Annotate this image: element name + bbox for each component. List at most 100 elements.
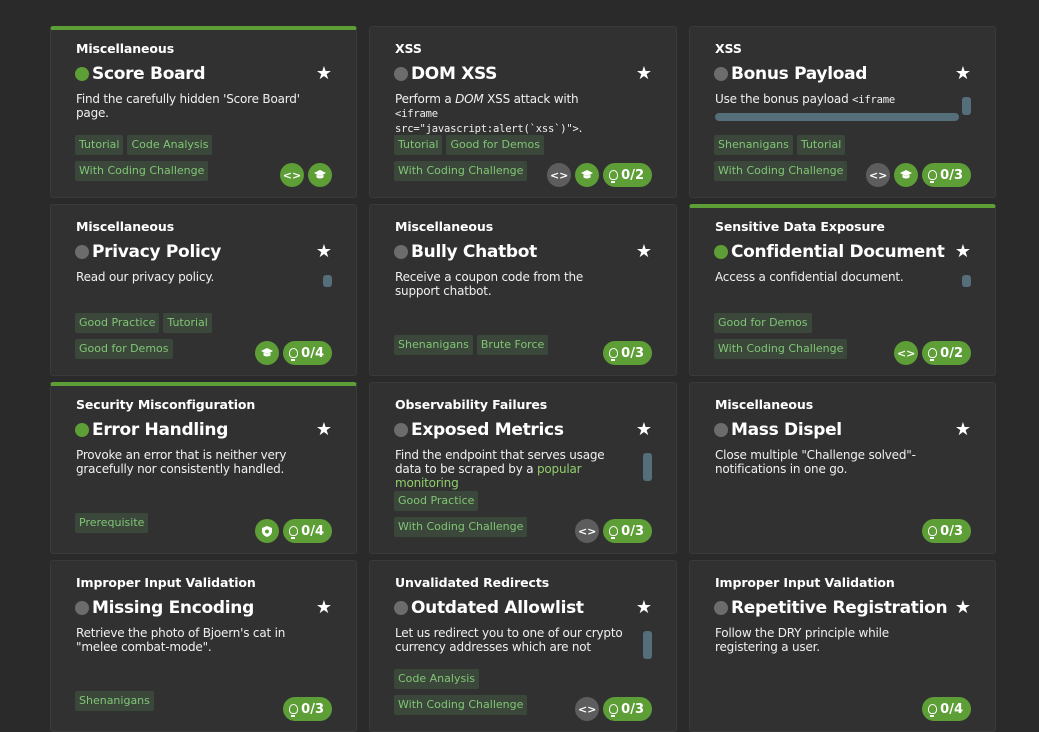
hints-button[interactable]: 0/2 <box>603 163 652 187</box>
prerequisite-icon[interactable] <box>255 519 280 543</box>
tag[interactable]: Shenanigans <box>75 691 154 711</box>
star-icon[interactable]: ★ <box>636 243 652 261</box>
challenge-card[interactable]: Miscellaneous Bully Chatbot ★ Receive a cou… <box>369 204 677 376</box>
hints-button[interactable]: 0/2 <box>922 341 971 365</box>
tag[interactable]: Prerequisite <box>75 513 149 533</box>
tag[interactable]: Good for Demos <box>446 135 544 155</box>
graduation-cap-icon[interactable] <box>308 163 332 187</box>
challenge-grid: Miscellaneous Score Board ★ Find the carefu… <box>50 26 996 732</box>
tag[interactable]: Good for Demos <box>75 339 173 359</box>
hints-button[interactable]: 0/3 <box>283 697 332 721</box>
challenge-description: Retrieve the photo of Bjoern's cat in "m… <box>76 626 286 654</box>
star-icon[interactable]: ★ <box>316 243 332 261</box>
challenge-description: Find the carefully hidden 'Score Board' … <box>76 92 300 120</box>
code-icon[interactable]: <> <box>547 163 572 187</box>
hints-button[interactable]: 0/3 <box>603 519 652 543</box>
star-icon[interactable]: ★ <box>955 421 971 439</box>
lightbulb-icon <box>289 704 299 717</box>
lightbulb-icon <box>928 704 938 717</box>
challenge-description: Close multiple "Challenge solved"-notifi… <box>715 448 916 476</box>
tag[interactable]: Brute Force <box>476 335 549 355</box>
code-icon[interactable]: <> <box>280 163 304 187</box>
hints-button[interactable]: 0/3 <box>603 341 652 365</box>
star-icon[interactable]: ★ <box>955 65 971 83</box>
code-icon[interactable]: <> <box>575 697 600 721</box>
challenge-title: Bully Chatbot <box>411 242 537 262</box>
hints-button[interactable]: 0/4 <box>283 519 332 543</box>
tag[interactable]: Shenanigans <box>714 135 793 155</box>
challenge-title: Error Handling <box>92 420 229 440</box>
challenge-title-row: DOM XSS ★ <box>394 63 652 85</box>
description-scrollbar[interactable] <box>643 453 652 481</box>
hints-count: 0/2 <box>940 345 963 361</box>
tag[interactable]: Good for Demos <box>714 313 812 333</box>
hints-count: 0/3 <box>621 701 644 717</box>
hints-button[interactable]: 0/3 <box>922 519 971 543</box>
description-horizontal-scrollbar[interactable] <box>715 113 959 121</box>
star-icon[interactable]: ★ <box>636 421 652 439</box>
star-icon[interactable]: ★ <box>636 599 652 617</box>
challenge-description: Let us redirect you to one of our crypto… <box>395 626 623 654</box>
challenge-card[interactable]: Miscellaneous Privacy Policy ★ Read our pri… <box>50 204 357 376</box>
star-icon[interactable]: ★ <box>955 599 971 617</box>
description-scrollbar[interactable] <box>962 97 971 115</box>
hints-button[interactable]: 0/4 <box>922 697 971 721</box>
challenge-card[interactable]: Unvalidated Redirects Outdated Allowlist ★… <box>369 560 677 732</box>
hints-button[interactable]: 0/3 <box>922 163 971 187</box>
challenge-actions: 0/4 <box>255 341 332 365</box>
tag[interactable]: Good Practice <box>394 491 479 511</box>
hints-button[interactable]: 0/3 <box>603 697 652 721</box>
challenge-card[interactable]: Security Misconfiguration Error Handling ★… <box>50 382 357 554</box>
star-icon[interactable]: ★ <box>955 243 971 261</box>
challenge-title: Confidential Document <box>731 242 945 262</box>
tag[interactable]: With Coding Challenge <box>394 161 528 181</box>
code-icon[interactable]: <> <box>575 519 600 543</box>
challenge-title-row: Repetitive Registration ★ <box>714 597 971 619</box>
tag[interactable]: Tutorial <box>163 313 212 333</box>
tag[interactable]: Tutorial <box>394 135 443 155</box>
tag[interactable]: Code Analysis <box>394 669 479 689</box>
challenge-actions: <> 0/2 <box>894 341 971 365</box>
challenge-category: Observability Failures <box>395 397 548 412</box>
challenge-card[interactable]: XSS Bonus Payload ★ Use the bonus payload <… <box>689 26 996 198</box>
challenge-title-row: Mass Dispel ★ <box>714 419 971 441</box>
challenge-category: Sensitive Data Exposure <box>715 219 885 234</box>
challenge-card[interactable]: Miscellaneous Mass Dispel ★ Close multiple … <box>689 382 996 554</box>
lightbulb-icon <box>289 526 299 539</box>
tag[interactable]: Tutorial <box>796 135 846 155</box>
graduation-cap-icon[interactable] <box>255 341 280 365</box>
challenge-card[interactable]: Miscellaneous Score Board ★ Find the carefu… <box>50 26 357 198</box>
challenge-category: XSS <box>395 41 422 56</box>
challenge-card[interactable]: Improper Input Validation Missing Encodin… <box>50 560 357 732</box>
description-scrollbar[interactable] <box>962 275 971 287</box>
tag[interactable]: With Coding Challenge <box>394 517 528 537</box>
challenge-card[interactable]: XSS DOM XSS ★ Perform a DOM XSS attack with… <box>369 26 677 198</box>
challenge-title-row: Missing Encoding ★ <box>75 597 332 619</box>
star-icon[interactable]: ★ <box>316 421 332 439</box>
star-icon[interactable]: ★ <box>636 65 652 83</box>
star-icon[interactable]: ★ <box>316 599 332 617</box>
tag[interactable]: With Coding Challenge <box>394 695 528 715</box>
tag[interactable]: With Coding Challenge <box>714 161 848 181</box>
tag[interactable]: Code Analysis <box>127 135 213 155</box>
description-scrollbar[interactable] <box>643 631 652 659</box>
hints-button[interactable]: 0/4 <box>283 341 332 365</box>
description-scrollbar[interactable] <box>323 275 332 287</box>
tag[interactable]: Shenanigans <box>394 335 473 355</box>
graduation-cap-icon[interactable] <box>575 163 600 187</box>
tag-list: Prerequisite <box>75 513 265 533</box>
tag[interactable]: With Coding Challenge <box>75 161 209 181</box>
challenge-description: Follow the DRY principle while registeri… <box>715 626 889 654</box>
challenge-actions: <> 0/3 <box>866 163 971 187</box>
star-icon[interactable]: ★ <box>316 65 332 83</box>
challenge-card[interactable]: Improper Input Validation Repetitive Regi… <box>689 560 996 732</box>
code-icon[interactable]: <> <box>894 341 919 365</box>
challenge-card[interactable]: Sensitive Data Exposure Confidential Docu… <box>689 204 996 376</box>
tag[interactable]: Tutorial <box>75 135 124 155</box>
code-icon[interactable]: <> <box>866 163 891 187</box>
graduation-cap-icon[interactable] <box>894 163 919 187</box>
tag[interactable]: With Coding Challenge <box>714 339 848 359</box>
challenge-card[interactable]: Observability Failures Exposed Metrics ★ Fi… <box>369 382 677 554</box>
hints-count: 0/3 <box>940 523 963 539</box>
tag[interactable]: Good Practice <box>75 313 160 333</box>
